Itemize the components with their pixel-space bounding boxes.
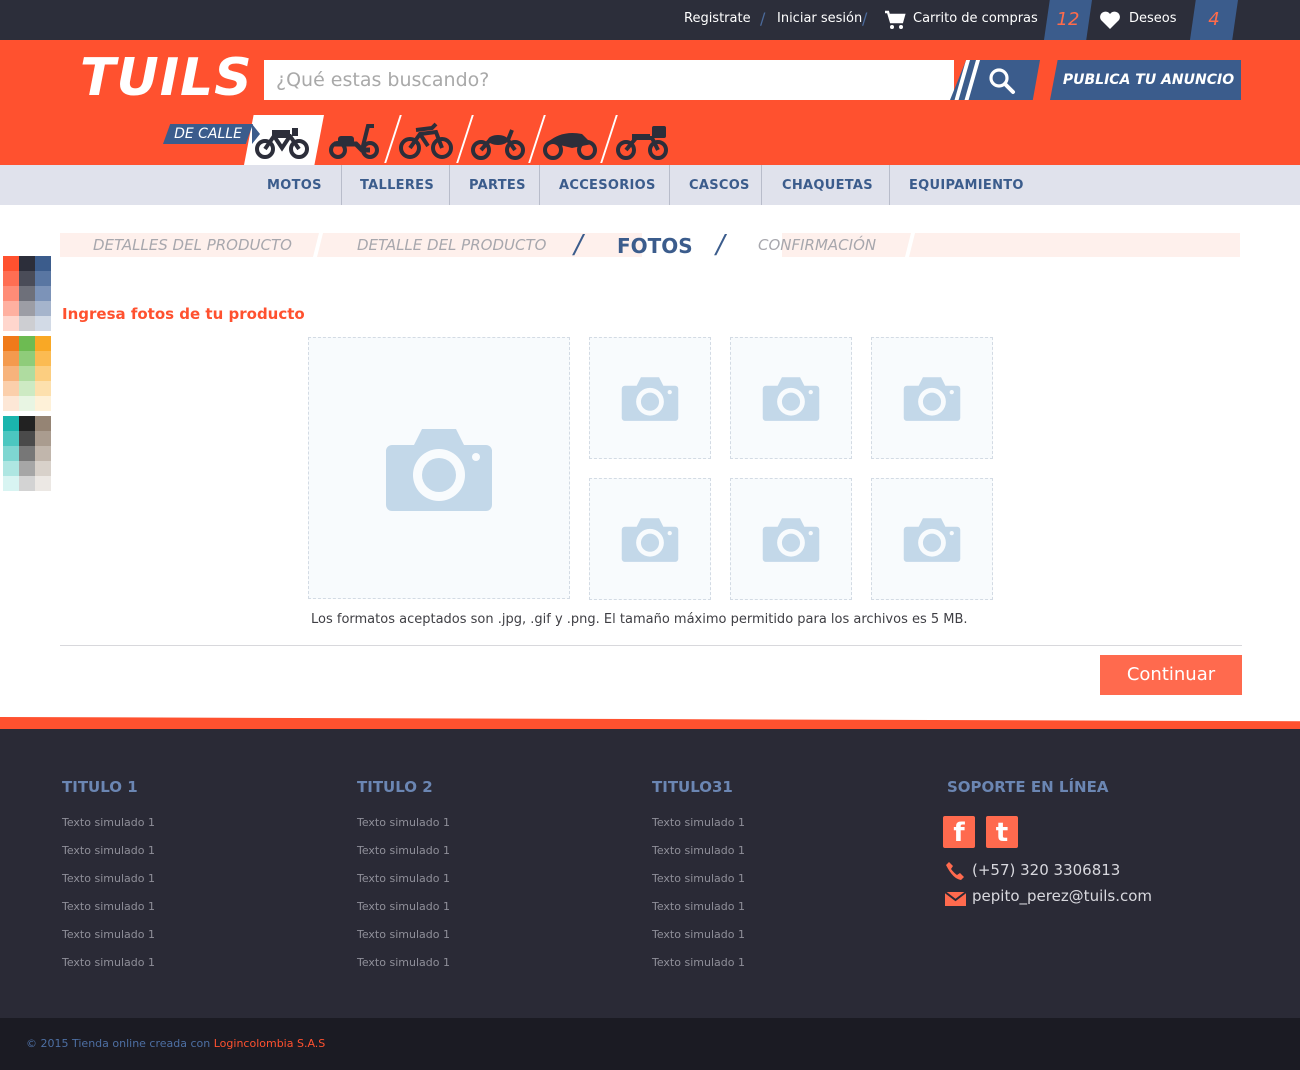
footer-link[interactable]: Texto simulado 1 [652, 956, 745, 969]
wishlist-link[interactable]: Deseos [1129, 11, 1177, 26]
separator: / [862, 9, 868, 28]
footer-link[interactable]: Texto simulado 1 [652, 900, 745, 913]
nav-item-cascos[interactable]: CASCOS [689, 165, 750, 205]
separator: / [760, 9, 766, 28]
footer-link[interactable]: Texto simulado 1 [357, 844, 450, 857]
divider [60, 645, 1242, 646]
heart-icon[interactable] [1099, 11, 1121, 34]
footer-link[interactable]: Texto simulado 1 [652, 844, 745, 857]
cart-count-badge: 12 [1044, 0, 1092, 40]
footer-col1-title: TITULO 1 [62, 778, 138, 796]
photo-slot-2[interactable] [589, 337, 711, 459]
scooter-icon[interactable] [326, 118, 386, 162]
footer-link[interactable]: Texto simulado 1 [652, 928, 745, 941]
register-link[interactable]: Registrate [684, 11, 751, 26]
cart-icon[interactable] [884, 10, 906, 34]
nav-item-accesorios[interactable]: ACCESORIOS [559, 165, 656, 205]
header: TUILS PUBLICA TU ANUNCIO DE CALLE [0, 40, 1300, 165]
search-button[interactable] [950, 60, 1040, 100]
nav-item-talleres[interactable]: TALLERES [360, 165, 434, 205]
category-tag: DE CALLE [163, 124, 253, 144]
phone-icon [945, 861, 965, 885]
footer-link[interactable]: Texto simulado 1 [357, 816, 450, 829]
footer-link[interactable]: Texto simulado 1 [357, 928, 450, 941]
support-phone[interactable]: (+57) 320 3306813 [972, 861, 1120, 879]
search-input[interactable] [264, 60, 954, 100]
step-divider: / [716, 230, 725, 260]
footer-link[interactable]: Texto simulado 1 [62, 928, 155, 941]
footer-link[interactable]: Texto simulado 1 [62, 900, 155, 913]
twitter-icon[interactable]: t [986, 816, 1018, 848]
photo-slot-6[interactable] [730, 478, 852, 600]
company-link[interactable]: Logincolombia S.A.S [214, 1037, 326, 1050]
camera-icon [621, 377, 679, 421]
touring-bike-icon[interactable] [614, 118, 674, 162]
footer-link[interactable]: Texto simulado 1 [62, 956, 155, 969]
footer-link[interactable]: Texto simulado 1 [62, 872, 155, 885]
cruiser-icon[interactable] [470, 118, 530, 162]
copyright-text: © 2015 Tienda online creada con [26, 1037, 214, 1050]
nav-item-motos[interactable]: MOTOS [267, 165, 322, 205]
step-divider: / [574, 230, 583, 260]
facebook-icon[interactable]: f [943, 816, 975, 848]
photo-slot-4[interactable] [871, 337, 993, 459]
footer-link[interactable]: Texto simulado 1 [652, 816, 745, 829]
photo-slot-main[interactable] [308, 337, 570, 599]
camera-icon [621, 518, 679, 562]
login-link[interactable]: Iniciar sesión [777, 11, 862, 26]
nav-item-chaquetas[interactable]: CHAQUETAS [782, 165, 873, 205]
step-4[interactable]: CONFIRMACIÓN [758, 236, 876, 254]
logo[interactable]: TUILS [80, 48, 253, 108]
step-1[interactable]: DETALLES DEL PRODUCTO [93, 236, 292, 254]
nav-item-partes[interactable]: PARTES [469, 165, 526, 205]
mail-icon [944, 891, 967, 910]
footer-link[interactable]: Texto simulado 1 [357, 956, 450, 969]
camera-icon [903, 377, 961, 421]
copyright: © 2015 Tienda online creada con Logincol… [26, 1037, 325, 1050]
footer-link[interactable]: Texto simulado 1 [357, 900, 450, 913]
continue-button[interactable]: Continuar [1100, 655, 1242, 695]
step-2[interactable]: DETALLE DEL PRODUCTO [357, 236, 546, 254]
footer-link[interactable]: Texto simulado 1 [62, 844, 155, 857]
footer-accent-line [0, 717, 1300, 729]
street-bike-icon[interactable] [254, 118, 314, 162]
footer-link[interactable]: Texto simulado 1 [357, 872, 450, 885]
photo-slot-3[interactable] [730, 337, 852, 459]
camera-icon [762, 518, 820, 562]
formats-note: Los formatos aceptados son .jpg, .gif y … [311, 612, 968, 627]
publish-ad-button[interactable]: PUBLICA TU ANUNCIO [1050, 60, 1241, 100]
footer-col2-title: TITULO 2 [357, 778, 433, 796]
wishlist-count-badge: 4 [1190, 0, 1238, 40]
footer-link[interactable]: Texto simulado 1 [62, 816, 155, 829]
support-email[interactable]: pepito_perez@tuils.com [972, 887, 1152, 905]
cart-link[interactable]: Carrito de compras [913, 11, 1038, 26]
camera-icon [386, 429, 492, 511]
camera-icon [762, 377, 820, 421]
search-icon [988, 67, 1016, 99]
dirt-bike-icon[interactable] [398, 118, 458, 162]
main-nav: MOTOS TALLERES PARTES ACCESORIOS CASCOS … [0, 165, 1300, 205]
step-3-active: FOTOS [617, 234, 693, 258]
photos-title: Ingresa fotos de tu producto [62, 305, 305, 323]
footer-col3-title: TITULO31 [652, 778, 733, 796]
wishlist-count: 4 [1208, 9, 1220, 30]
footer-support-title: SOPORTE EN LÍNEA [947, 778, 1109, 796]
camera-icon [903, 518, 961, 562]
photo-slot-5[interactable] [589, 478, 711, 600]
nav-item-equipamiento[interactable]: EQUIPAMIENTO [909, 165, 1024, 205]
sport-bike-icon[interactable] [542, 118, 602, 162]
photo-slot-7[interactable] [871, 478, 993, 600]
cart-count: 12 [1056, 9, 1080, 30]
top-bar: Registrate / Iniciar sesión / Carrito de… [0, 0, 1300, 40]
footer-link[interactable]: Texto simulado 1 [652, 872, 745, 885]
color-palette [3, 256, 51, 496]
